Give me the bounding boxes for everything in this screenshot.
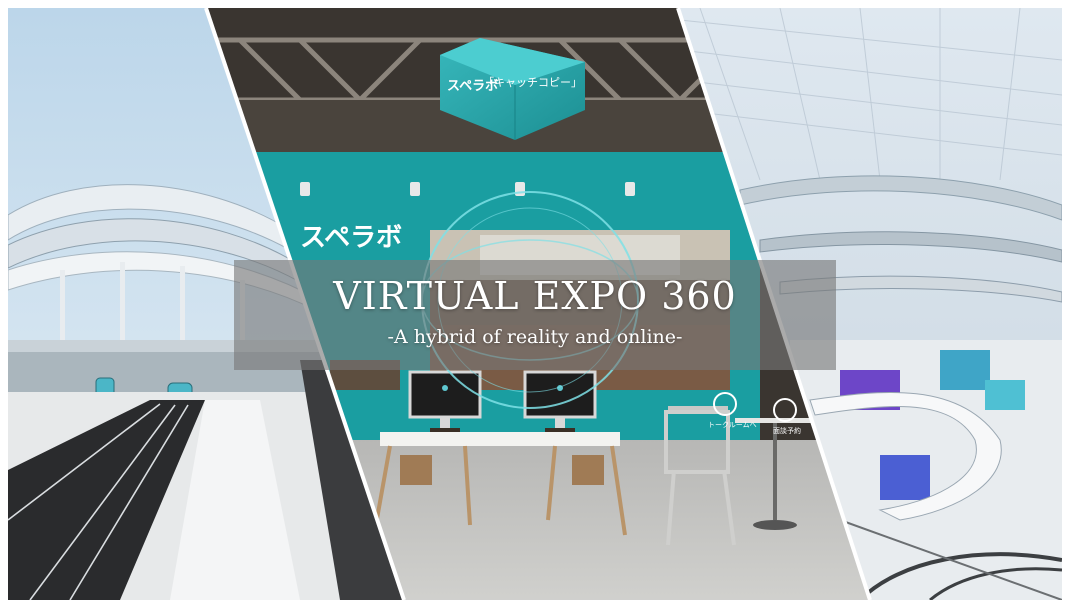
booth-wall-logo: スペラボ — [300, 223, 402, 253]
cube-sign-copy: 「キャッチコピー」 — [483, 76, 582, 89]
hero-subtitle: -A hybrid of reality and online- — [387, 326, 683, 348]
meeting-reservation-label: 面談予約 — [773, 426, 801, 435]
talk-room-label: トークルームへ — [708, 421, 757, 429]
hero-title: VIRTUAL EXPO 360 — [333, 274, 737, 318]
expo-hero-image: スペラボ スペラボ 「キャッチコピー」 トークルームへ 面談予約 VIRTUAL… — [0, 0, 1070, 605]
